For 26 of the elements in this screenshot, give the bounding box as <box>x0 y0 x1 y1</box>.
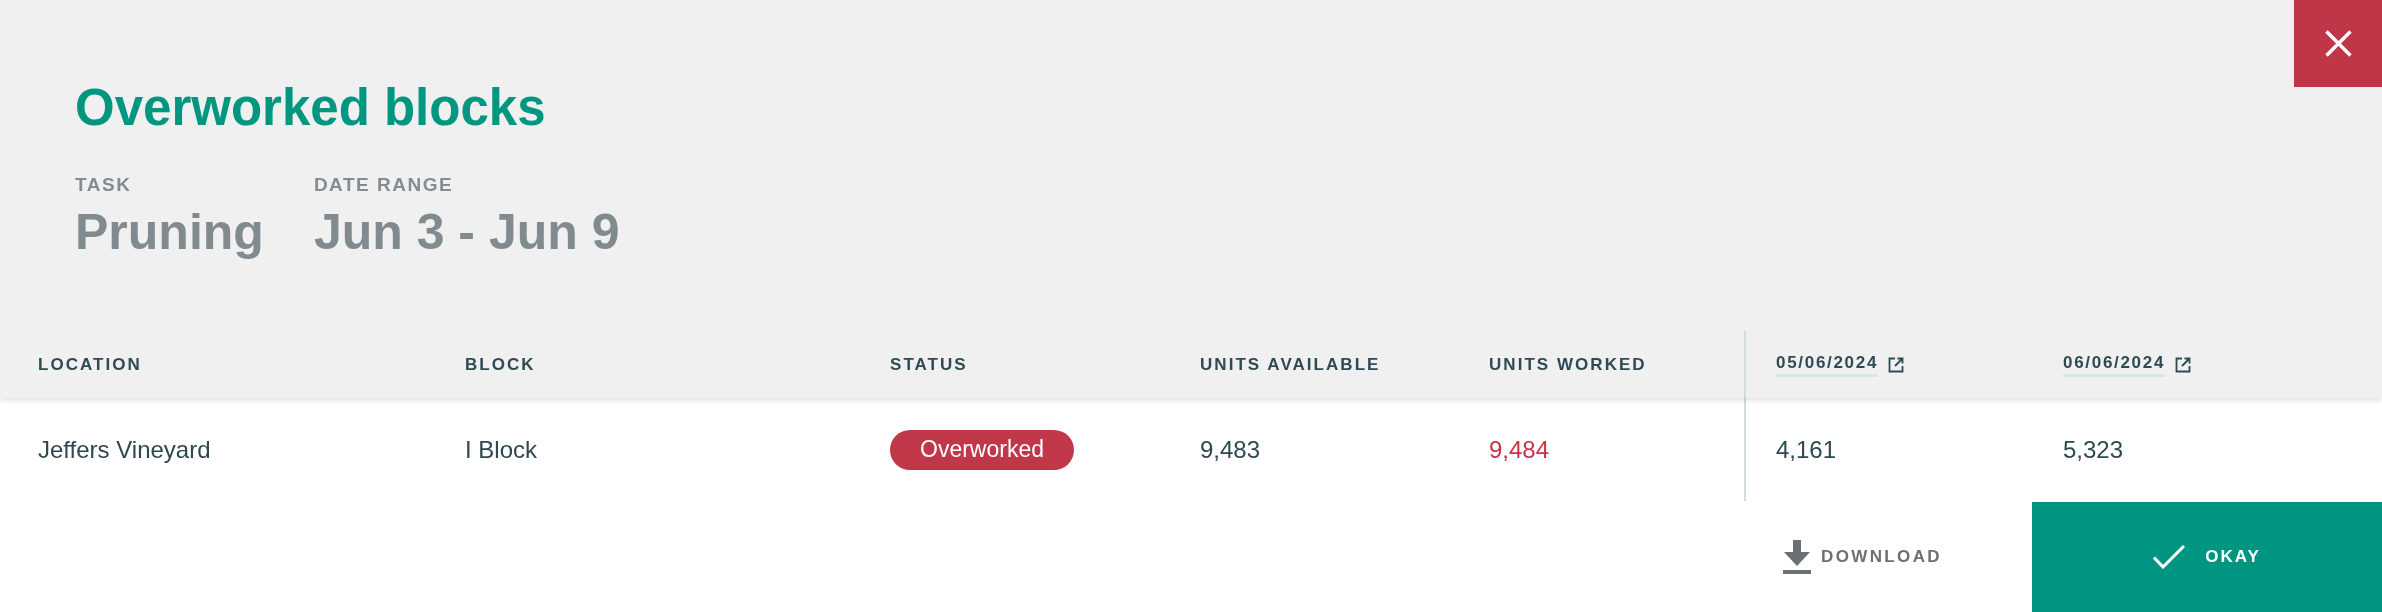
summary-label: TASK <box>75 175 133 194</box>
table-cell-text: I Block <box>465 434 538 465</box>
external-link-icon <box>1888 356 1905 373</box>
dialog-title: Overworked blocks <box>75 82 547 133</box>
summary-label: DATE RANGE <box>313 175 455 194</box>
column-header: STATUS <box>890 353 968 376</box>
date-column-link[interactable]: 06/06/2024 <box>2063 352 2192 377</box>
column-header: UNITS WORKED <box>1489 353 1647 376</box>
close-icon <box>2324 30 2352 57</box>
date-column-link[interactable]: 05/06/2024 <box>1776 352 1905 377</box>
column-header: BLOCK <box>465 353 536 376</box>
okay-button[interactable]: OKAY <box>2032 502 2382 612</box>
table-cell-text: 9,483 <box>1200 434 1261 465</box>
summary-value: Jun 3 - Jun 9 <box>313 207 620 257</box>
column-header: UNITS AVAILABLE <box>1200 353 1381 376</box>
table-cell-text: 5,323 <box>2063 434 2124 465</box>
column-header: LOCATION <box>38 353 142 376</box>
summary-value: Pruning <box>75 207 264 257</box>
external-link-icon <box>2175 356 2192 373</box>
status-badge: Overworked <box>890 429 1074 470</box>
table-cell-text: 4,161 <box>1776 434 1837 465</box>
table-cell-text: Jeffers Vineyard <box>38 434 211 465</box>
close-button[interactable] <box>2294 0 2382 87</box>
check-icon <box>2153 545 2186 569</box>
download-icon <box>1782 539 1811 574</box>
table-cell-text: 9,484 <box>1489 434 1550 465</box>
